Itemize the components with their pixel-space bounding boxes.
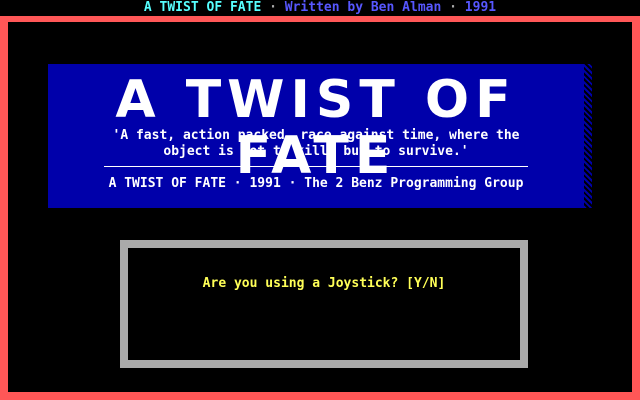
top-title-bar: A TWIST OF FATE · Written by Ben Alman ·… (0, 0, 640, 16)
joystick-prompt-text: Are you using a Joystick? [Y/N] (202, 276, 446, 291)
topbar-separator: · (269, 0, 277, 15)
topbar-year: 1991 (464, 0, 497, 15)
banner-shadow (584, 64, 592, 208)
joystick-prompt-dialog[interactable]: Are you using a Joystick? [Y/N] (120, 240, 528, 368)
topbar-author: Written by Ben Alman (284, 0, 442, 15)
credit-line: A TWIST OF FATE · 1991 · The 2 Benz Prog… (108, 176, 524, 191)
topbar-game-title: A TWIST OF FATE (143, 0, 262, 15)
banner-divider (104, 166, 528, 167)
topbar-separator: · (449, 0, 457, 15)
tagline: 'A fast, action packed, race against tim… (112, 128, 520, 159)
title-banner: A TWIST OF FATE 'A fast, action packed, … (48, 64, 584, 208)
